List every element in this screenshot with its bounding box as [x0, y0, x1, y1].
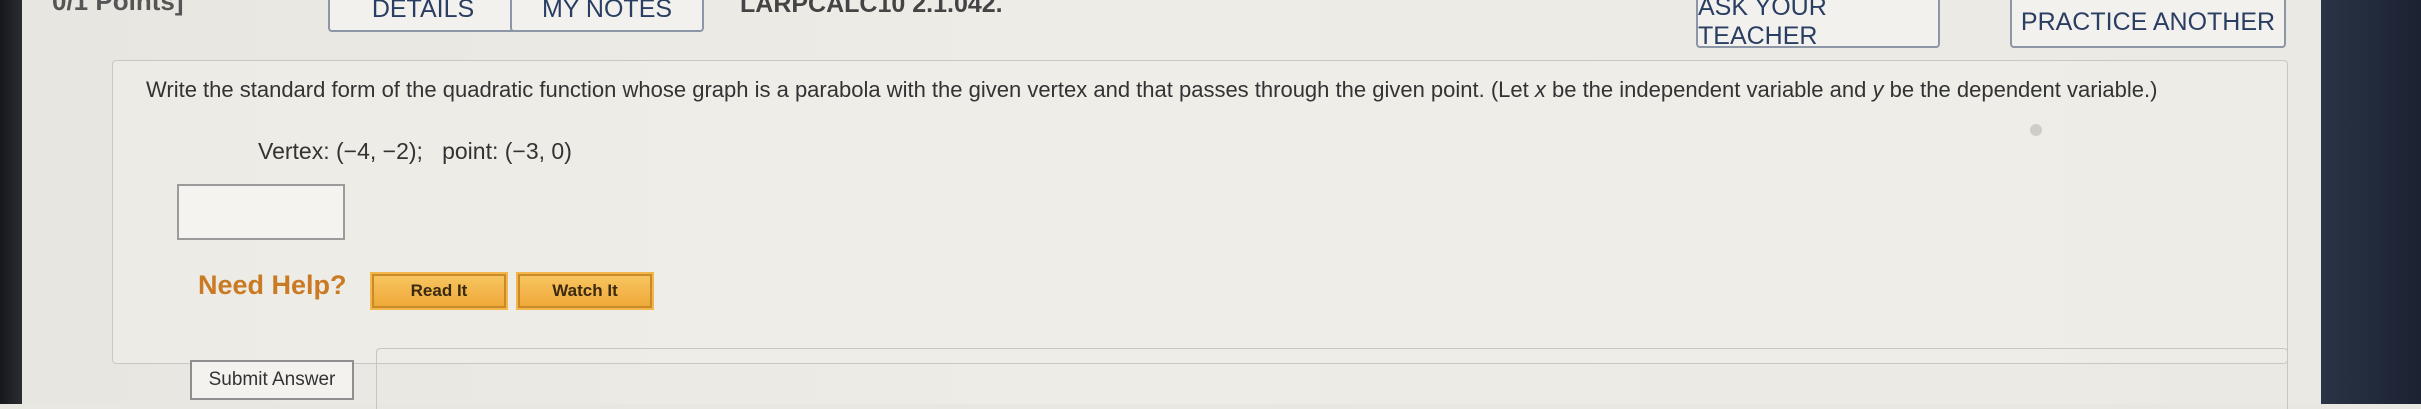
left-bezel	[0, 0, 22, 404]
answer-input[interactable]	[177, 184, 345, 240]
variable-x: x	[1534, 77, 1546, 102]
right-bezel	[2321, 0, 2421, 404]
vertex-point-line: Vertex: (−4, −2); point: (−3, 0)	[258, 138, 572, 164]
webassign-page: 0/1 Points] DETAILS MY NOTES LARPCALC10 …	[22, 0, 2321, 409]
feedback-area	[376, 348, 2288, 409]
question-text-part: Write the standard form of the quadratic…	[146, 77, 1535, 102]
variable-y: y	[1872, 77, 1884, 102]
practice-another-button[interactable]: PRACTICE ANOTHER	[2010, 0, 2286, 48]
need-help-label: Need Help?	[198, 270, 347, 300]
submit-answer-button[interactable]: Submit Answer	[190, 360, 354, 400]
read-it-button[interactable]: Read It	[372, 274, 506, 308]
question-text-part: be the dependent variable.)	[1883, 77, 2158, 102]
question-text: Write the standard form of the quadratic…	[146, 74, 2306, 106]
ask-your-teacher-button[interactable]: ASK YOUR TEACHER	[1696, 0, 1940, 50]
decorative-dot	[2030, 124, 2042, 136]
my-notes-button[interactable]: MY NOTES	[510, 0, 704, 32]
watch-it-button[interactable]: Watch It	[518, 274, 652, 308]
question-header: 0/1 Points] DETAILS MY NOTES LARPCALC10 …	[22, 0, 2321, 50]
problem-id: LARPCALC10 2.1.042.	[740, 0, 1003, 18]
details-button[interactable]: DETAILS	[328, 0, 518, 32]
points-label: 0/1 Points]	[52, 0, 184, 16]
question-text-part: be the independent variable and	[1545, 77, 1873, 102]
